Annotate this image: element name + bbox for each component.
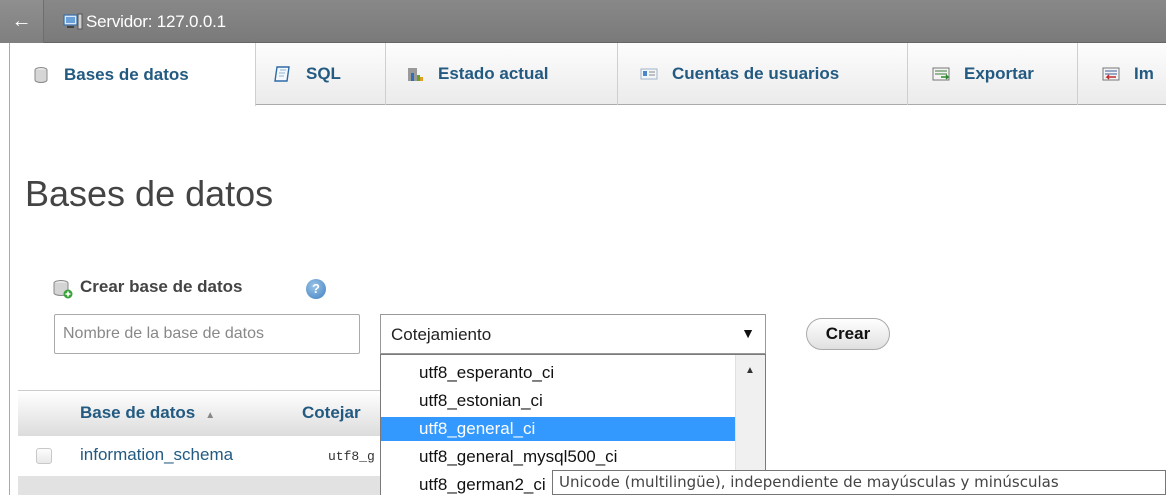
help-icon[interactable]: ? xyxy=(306,279,326,299)
tab-sql[interactable]: SQL xyxy=(256,43,386,105)
dropdown-option[interactable]: utf8_general_mysql500_ci xyxy=(381,445,735,469)
database-link[interactable]: information_schema xyxy=(80,445,233,465)
tab-label: Bases de datos xyxy=(64,64,189,84)
column-header-collation[interactable]: Cotejar xyxy=(302,391,361,437)
scroll-up-arrow-icon[interactable]: ▲ xyxy=(745,365,755,376)
create-database-icon xyxy=(53,280,73,299)
column-header-database[interactable]: Base de datos ▲ xyxy=(80,391,215,437)
page-title: Bases de datos xyxy=(25,173,274,214)
tab-label: Cuentas de usuarios xyxy=(672,64,840,83)
tab-export[interactable]: Exportar xyxy=(908,43,1078,105)
tab-status[interactable]: Estado actual xyxy=(386,43,618,105)
database-icon xyxy=(34,66,48,83)
database-name-input[interactable] xyxy=(54,314,360,354)
export-icon xyxy=(932,67,950,81)
collation-selected-value: Cotejamiento xyxy=(391,325,492,344)
create-database-label: Crear base de datos xyxy=(80,277,243,296)
dropdown-option[interactable]: utf8_estonian_ci xyxy=(381,389,735,413)
tab-user-accounts[interactable]: Cuentas de usuarios xyxy=(618,43,908,105)
main-tabs: Bases de datos SQL Estado actual Cuentas… xyxy=(10,43,1166,106)
import-icon xyxy=(1102,67,1120,81)
dropdown-option[interactable]: utf8_esperanto_ci xyxy=(381,361,735,385)
sql-page-icon xyxy=(274,66,290,82)
collation-select[interactable]: Cotejamiento ▼ xyxy=(380,314,766,354)
status-chart-icon xyxy=(408,68,423,81)
collation-tooltip: Unicode (multilingüe), independiente de … xyxy=(552,470,1166,495)
row-collation: utf8_g xyxy=(328,449,375,464)
tab-databases[interactable]: Bases de datos xyxy=(10,43,256,106)
tab-label: SQL xyxy=(306,64,341,83)
back-arrow-icon[interactable]: ← xyxy=(0,0,44,43)
chevron-down-icon: ▼ xyxy=(741,325,755,341)
user-accounts-icon xyxy=(640,68,658,80)
sort-ascending-icon: ▲ xyxy=(205,410,216,421)
create-button[interactable]: Crear xyxy=(806,318,890,350)
tab-label: Im xyxy=(1134,64,1154,83)
server-label[interactable]: Servidor: 127.0.0.1 xyxy=(86,12,226,32)
server-icon xyxy=(63,13,83,30)
tab-import[interactable]: Im xyxy=(1078,43,1166,105)
dropdown-option-selected[interactable]: utf8_general_ci xyxy=(381,417,735,441)
row-checkbox[interactable] xyxy=(36,448,52,464)
server-bar: ← Servidor: 127.0.0.1 xyxy=(0,0,1166,43)
left-frame-border xyxy=(0,43,10,495)
tab-label: Estado actual xyxy=(438,64,549,83)
tab-label: Exportar xyxy=(964,64,1034,83)
